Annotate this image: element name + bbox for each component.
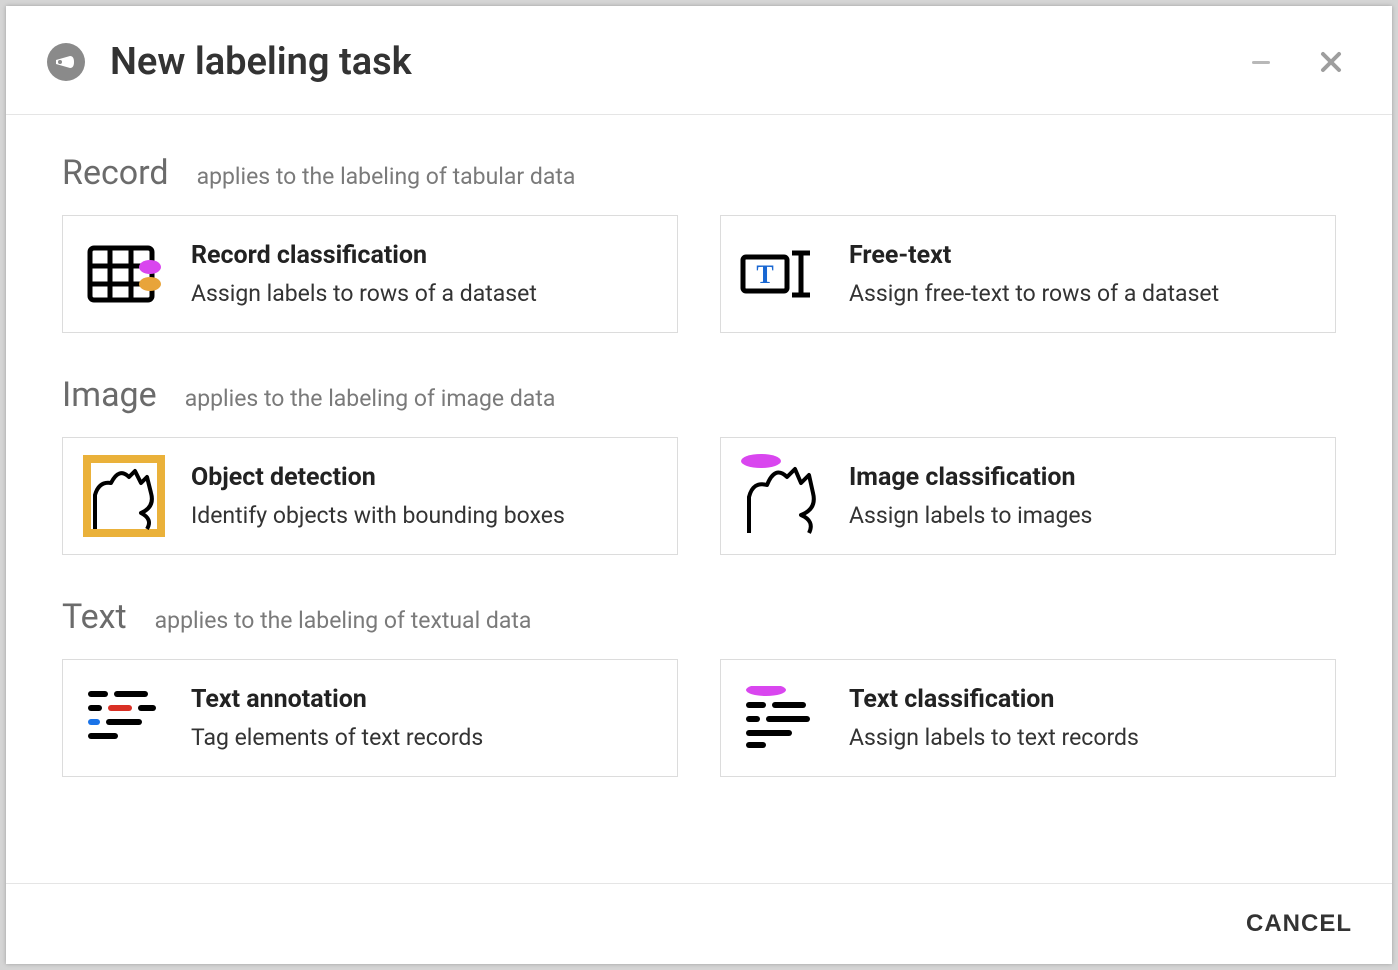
section-subtitle: applies to the labeling of image data — [185, 385, 556, 412]
object-detection-icon — [81, 460, 167, 532]
card-desc: Assign labels to images — [849, 502, 1313, 529]
card-text: Free-text Assign free-text to rows of a … — [849, 241, 1313, 307]
card-record-classification[interactable]: Record classification Assign labels to r… — [62, 215, 678, 333]
card-title: Object detection — [191, 463, 655, 492]
card-title: Text classification — [849, 685, 1313, 714]
card-title: Free-text — [849, 241, 1313, 270]
card-text: Record classification Assign labels to r… — [191, 241, 655, 307]
card-text: Object detection Identify objects with b… — [191, 463, 655, 529]
card-text-annotation[interactable]: Text annotation Tag elements of text rec… — [62, 659, 678, 777]
card-image-classification[interactable]: Image classification Assign labels to im… — [720, 437, 1336, 555]
card-title: Text annotation — [191, 685, 655, 714]
section-header-text: Text applies to the labeling of textual … — [62, 597, 1336, 637]
card-text: Image classification Assign labels to im… — [849, 463, 1313, 529]
card-text-classification[interactable]: Text classification Assign labels to tex… — [720, 659, 1336, 777]
text-annotation-icon — [81, 682, 167, 754]
minimize-button[interactable] — [1246, 47, 1276, 77]
svg-text:T: T — [756, 260, 773, 289]
text-cards: Text annotation Tag elements of text rec… — [62, 659, 1336, 777]
modal-body: Record applies to the labeling of tabula… — [6, 115, 1392, 883]
free-text-icon: T — [739, 238, 825, 310]
card-desc: Assign free-text to rows of a dataset — [849, 280, 1313, 307]
record-classification-icon — [81, 238, 167, 310]
card-desc: Assign labels to text records — [849, 724, 1313, 751]
card-desc: Assign labels to rows of a dataset — [191, 280, 655, 307]
section-subtitle: applies to the labeling of tabular data — [197, 163, 576, 190]
new-labeling-task-modal: New labeling task Record applies to the … — [6, 6, 1392, 964]
text-classification-icon — [739, 682, 825, 754]
card-object-detection[interactable]: Object detection Identify objects with b… — [62, 437, 678, 555]
image-classification-icon — [739, 460, 825, 532]
modal-header: New labeling task — [6, 6, 1392, 115]
close-button[interactable] — [1316, 47, 1346, 77]
cancel-button[interactable]: CANCEL — [1246, 910, 1352, 938]
modal-footer: CANCEL — [6, 883, 1392, 964]
section-title: Image — [62, 375, 157, 415]
card-title: Record classification — [191, 241, 655, 270]
card-title: Image classification — [849, 463, 1313, 492]
card-desc: Identify objects with bounding boxes — [191, 502, 655, 529]
card-desc: Tag elements of text records — [191, 724, 655, 751]
section-subtitle: applies to the labeling of textual data — [155, 607, 532, 634]
card-text: Text classification Assign labels to tex… — [849, 685, 1313, 751]
modal-title: New labeling task — [110, 40, 1246, 84]
section-header-image: Image applies to the labeling of image d… — [62, 375, 1336, 415]
label-tag-icon — [46, 42, 86, 82]
card-text: Text annotation Tag elements of text rec… — [191, 685, 655, 751]
card-free-text[interactable]: T Free-text Assign free-text to rows of … — [720, 215, 1336, 333]
section-title: Record — [62, 153, 169, 193]
image-cards: Object detection Identify objects with b… — [62, 437, 1336, 555]
section-header-record: Record applies to the labeling of tabula… — [62, 153, 1336, 193]
header-controls — [1246, 47, 1346, 77]
record-cards: Record classification Assign labels to r… — [62, 215, 1336, 333]
section-title: Text — [62, 597, 127, 637]
